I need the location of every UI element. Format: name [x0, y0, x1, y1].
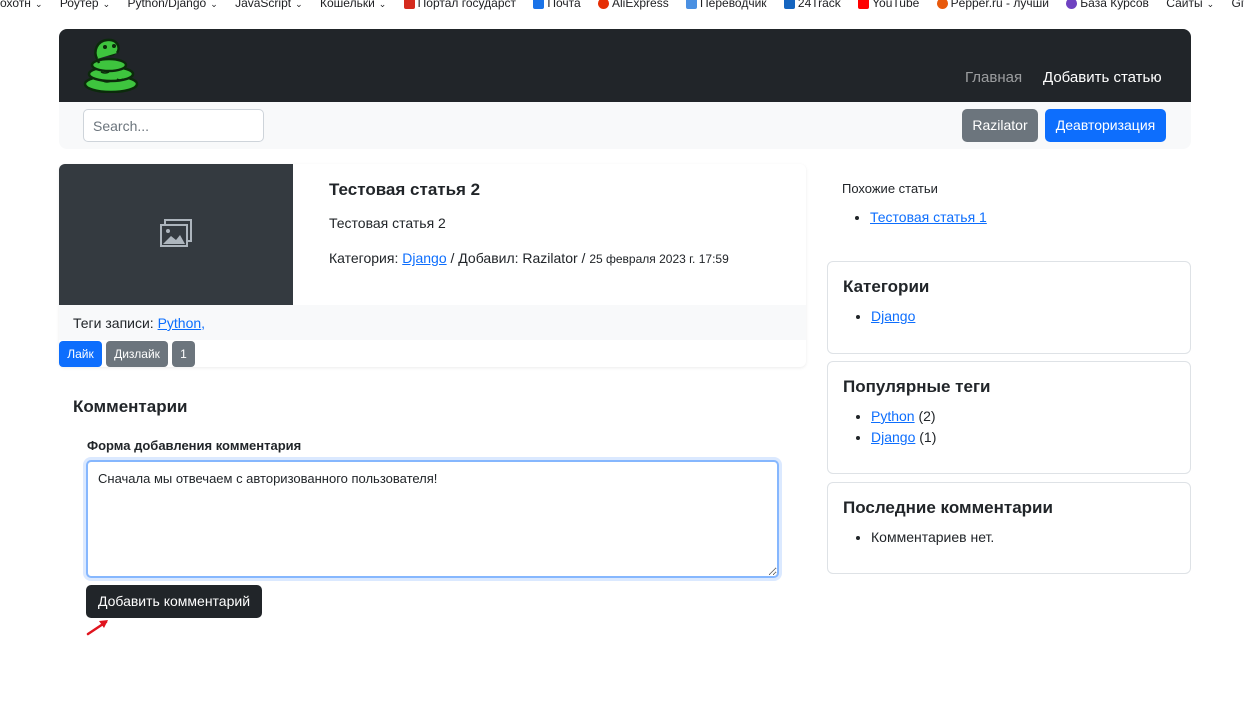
- popular-tags-list: Python (2) Django (1): [843, 406, 1175, 448]
- list-item: Django: [871, 306, 1175, 327]
- image-placeholder-icon: [160, 219, 192, 247]
- category-link[interactable]: Django: [402, 250, 446, 266]
- latest-comments-title: Последние комментарии: [843, 498, 1053, 517]
- similar-article-link[interactable]: Тестовая статья 1: [870, 209, 987, 225]
- list-item: Python (2): [871, 406, 1175, 427]
- chevron-down-icon: ⌄: [34, 0, 43, 9]
- added-by-label: / Добавил:: [450, 250, 519, 266]
- aliexpress-icon: [598, 0, 610, 10]
- tag-link[interactable]: Python: [158, 315, 202, 331]
- flag-icon: [403, 0, 415, 10]
- bookmark-folder[interactable]: Кошельки ⌄: [320, 0, 386, 9]
- logout-button[interactable]: Деавторизация: [1045, 109, 1166, 142]
- similar-articles-list: Тестовая статья 1: [870, 209, 987, 225]
- bookmark-folder[interactable]: Python/Django ⌄: [127, 0, 217, 9]
- article-description: Тестовая статья 2: [329, 215, 446, 231]
- search-bar: Razilator Деавторизация: [59, 102, 1191, 149]
- youtube-icon: [858, 0, 870, 10]
- add-comment-button[interactable]: Добавить комментарий: [86, 585, 262, 618]
- article-tags: Теги записи: Python,: [59, 305, 806, 340]
- list-item: Тестовая статья 1: [870, 209, 987, 225]
- nav-link-home[interactable]: Главная: [965, 69, 1022, 86]
- bookmark-folder[interactable]: Роутер ⌄: [60, 0, 110, 9]
- bookmark-link[interactable]: Портал государст: [403, 0, 516, 10]
- popular-tags-title: Популярные теги: [843, 377, 991, 396]
- bookmark-link[interactable]: База Курсов: [1066, 0, 1149, 10]
- category-item-link[interactable]: Django: [871, 308, 915, 324]
- similar-articles-title: Похожие статьи: [842, 181, 938, 196]
- mail-icon: [533, 0, 545, 10]
- courses-icon: [1066, 0, 1078, 10]
- article-title: Тестовая статья 2: [329, 180, 481, 199]
- latest-comments-card: Последние комментарии Комментариев нет.: [827, 482, 1191, 574]
- tag-item-link[interactable]: Python: [871, 408, 915, 424]
- bookmark-link[interactable]: YouTube: [858, 0, 919, 10]
- bookmark-link[interactable]: 24Track: [783, 0, 841, 10]
- tag-separator: ,: [201, 315, 206, 331]
- tags-label: Теги записи:: [73, 315, 154, 331]
- article-meta: Категория: Django / Добавил: Razilator /…: [329, 250, 729, 266]
- chevron-down-icon: ⌄: [102, 0, 111, 9]
- bookmark-link[interactable]: Переводчик: [686, 0, 767, 10]
- rating-count-badge: 1: [172, 341, 195, 367]
- user-profile-button[interactable]: Razilator: [962, 109, 1038, 142]
- meta-separator: /: [581, 250, 586, 266]
- comments-heading: Комментарии: [73, 397, 188, 416]
- article-thumbnail[interactable]: [59, 164, 293, 305]
- track-icon: [783, 0, 795, 10]
- list-item: Django (1): [871, 427, 1175, 448]
- bookmark-link[interactable]: Почта: [533, 0, 581, 10]
- latest-comments-list: Комментариев нет.: [843, 527, 1175, 548]
- translate-icon: [686, 0, 698, 10]
- list-item: Комментариев нет.: [871, 527, 1175, 548]
- pepper-icon: [936, 0, 948, 10]
- article-card: Тестовая статья 2 Тестовая статья 2 Кате…: [59, 164, 806, 367]
- chevron-down-icon: ⌄: [210, 0, 218, 9]
- comment-form-label: Форма добавления комментария: [87, 438, 302, 453]
- dislike-button[interactable]: Дизлайк: [106, 341, 168, 367]
- chevron-down-icon: ⌄: [378, 0, 387, 9]
- bookmark-folder[interactable]: охотн ⌄: [0, 0, 42, 9]
- comment-textarea[interactable]: Сначала мы отвечаем с авторизованного по…: [86, 460, 779, 578]
- article-date: 25 февраля 2023 г. 17:59: [589, 252, 729, 266]
- categories-card: Категории Django: [827, 261, 1191, 354]
- snake-logo-icon[interactable]: [81, 37, 141, 93]
- tag-item-link[interactable]: Django: [871, 429, 915, 445]
- categories-title: Категории: [843, 277, 930, 296]
- search-input[interactable]: [83, 109, 264, 142]
- category-label: Категория:: [329, 250, 399, 266]
- tag-count: (2): [918, 408, 936, 424]
- bookmark-folder[interactable]: Сайты ⌄: [1166, 0, 1214, 9]
- author-name: Razilator: [522, 250, 578, 266]
- navbar: Главная Добавить статью: [59, 29, 1191, 102]
- bookmark-link[interactable]: AliExpress: [598, 0, 669, 10]
- nav-link-add-article[interactable]: Добавить статью: [1043, 69, 1162, 86]
- bookmark-folder[interactable]: GitHub⌄: [1231, 0, 1244, 9]
- popular-tags-card: Популярные теги Python (2) Django (1): [827, 361, 1191, 474]
- chevron-down-icon: ⌄: [1206, 0, 1215, 9]
- tag-count: (1): [919, 429, 937, 445]
- bookmark-folder[interactable]: JavaScript ⌄: [235, 0, 303, 9]
- bookmark-link[interactable]: Pepper.ru - лучши: [936, 0, 1049, 10]
- bookmarks-bar: охотн ⌄ Роутер ⌄ Python/Django ⌄ JavaScript…: [0, 0, 1244, 12]
- categories-list: Django: [843, 306, 1175, 327]
- chevron-down-icon: ⌄: [295, 0, 303, 9]
- red-arrow-annotation-icon: [86, 620, 108, 636]
- like-button[interactable]: Лайк: [59, 341, 102, 367]
